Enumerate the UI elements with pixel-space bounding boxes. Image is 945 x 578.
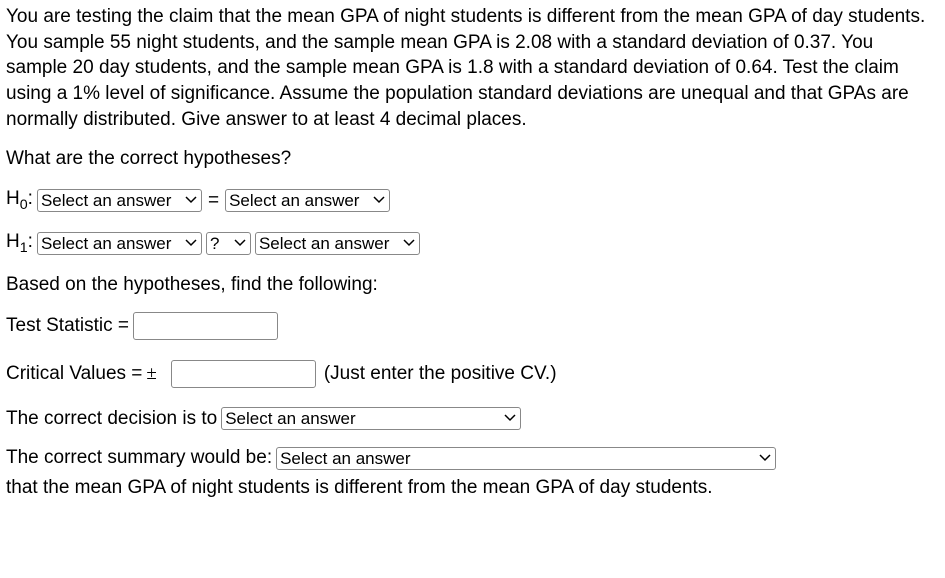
h1-label: H1: <box>6 229 33 258</box>
summary-label: The correct summary would be: <box>6 445 272 471</box>
critical-values-input[interactable] <box>171 360 316 388</box>
h0-row: H0: Select an answer = Select an answer <box>6 186 939 215</box>
h0-label: H0: <box>6 186 33 215</box>
decision-label: The correct decision is to <box>6 406 217 432</box>
h1-operator-select[interactable]: ? <box>206 232 251 255</box>
plus-minus-symbol: ± <box>146 361 156 387</box>
h1-row: H1: Select an answer ? Select an answer <box>6 229 939 258</box>
test-statistic-row: Test Statistic = <box>6 312 939 340</box>
test-statistic-label: Test Statistic = <box>6 313 129 339</box>
decision-select[interactable]: Select an answer <box>221 407 521 430</box>
h0-operator: = <box>208 188 219 214</box>
h0-right-select[interactable]: Select an answer <box>225 189 390 212</box>
problem-statement: You are testing the claim that the mean … <box>6 4 939 132</box>
based-on-label: Based on the hypotheses, find the follow… <box>6 272 939 298</box>
summary-suffix: that the mean GPA of night students is d… <box>6 475 713 501</box>
decision-row: The correct decision is to Select an ans… <box>6 406 939 432</box>
critical-values-row: Critical Values = ± (Just enter the posi… <box>6 360 939 388</box>
h1-left-select[interactable]: Select an answer <box>37 232 202 255</box>
critical-values-label: Critical Values = <box>6 361 142 387</box>
h0-left-select[interactable]: Select an answer <box>37 189 202 212</box>
critical-values-suffix: (Just enter the positive CV.) <box>324 361 557 387</box>
summary-select[interactable]: Select an answer <box>276 447 776 470</box>
test-statistic-input[interactable] <box>133 312 278 340</box>
summary-row: The correct summary would be: Select an … <box>6 445 939 500</box>
hypotheses-question: What are the correct hypotheses? <box>6 146 939 172</box>
h1-right-select[interactable]: Select an answer <box>255 232 420 255</box>
